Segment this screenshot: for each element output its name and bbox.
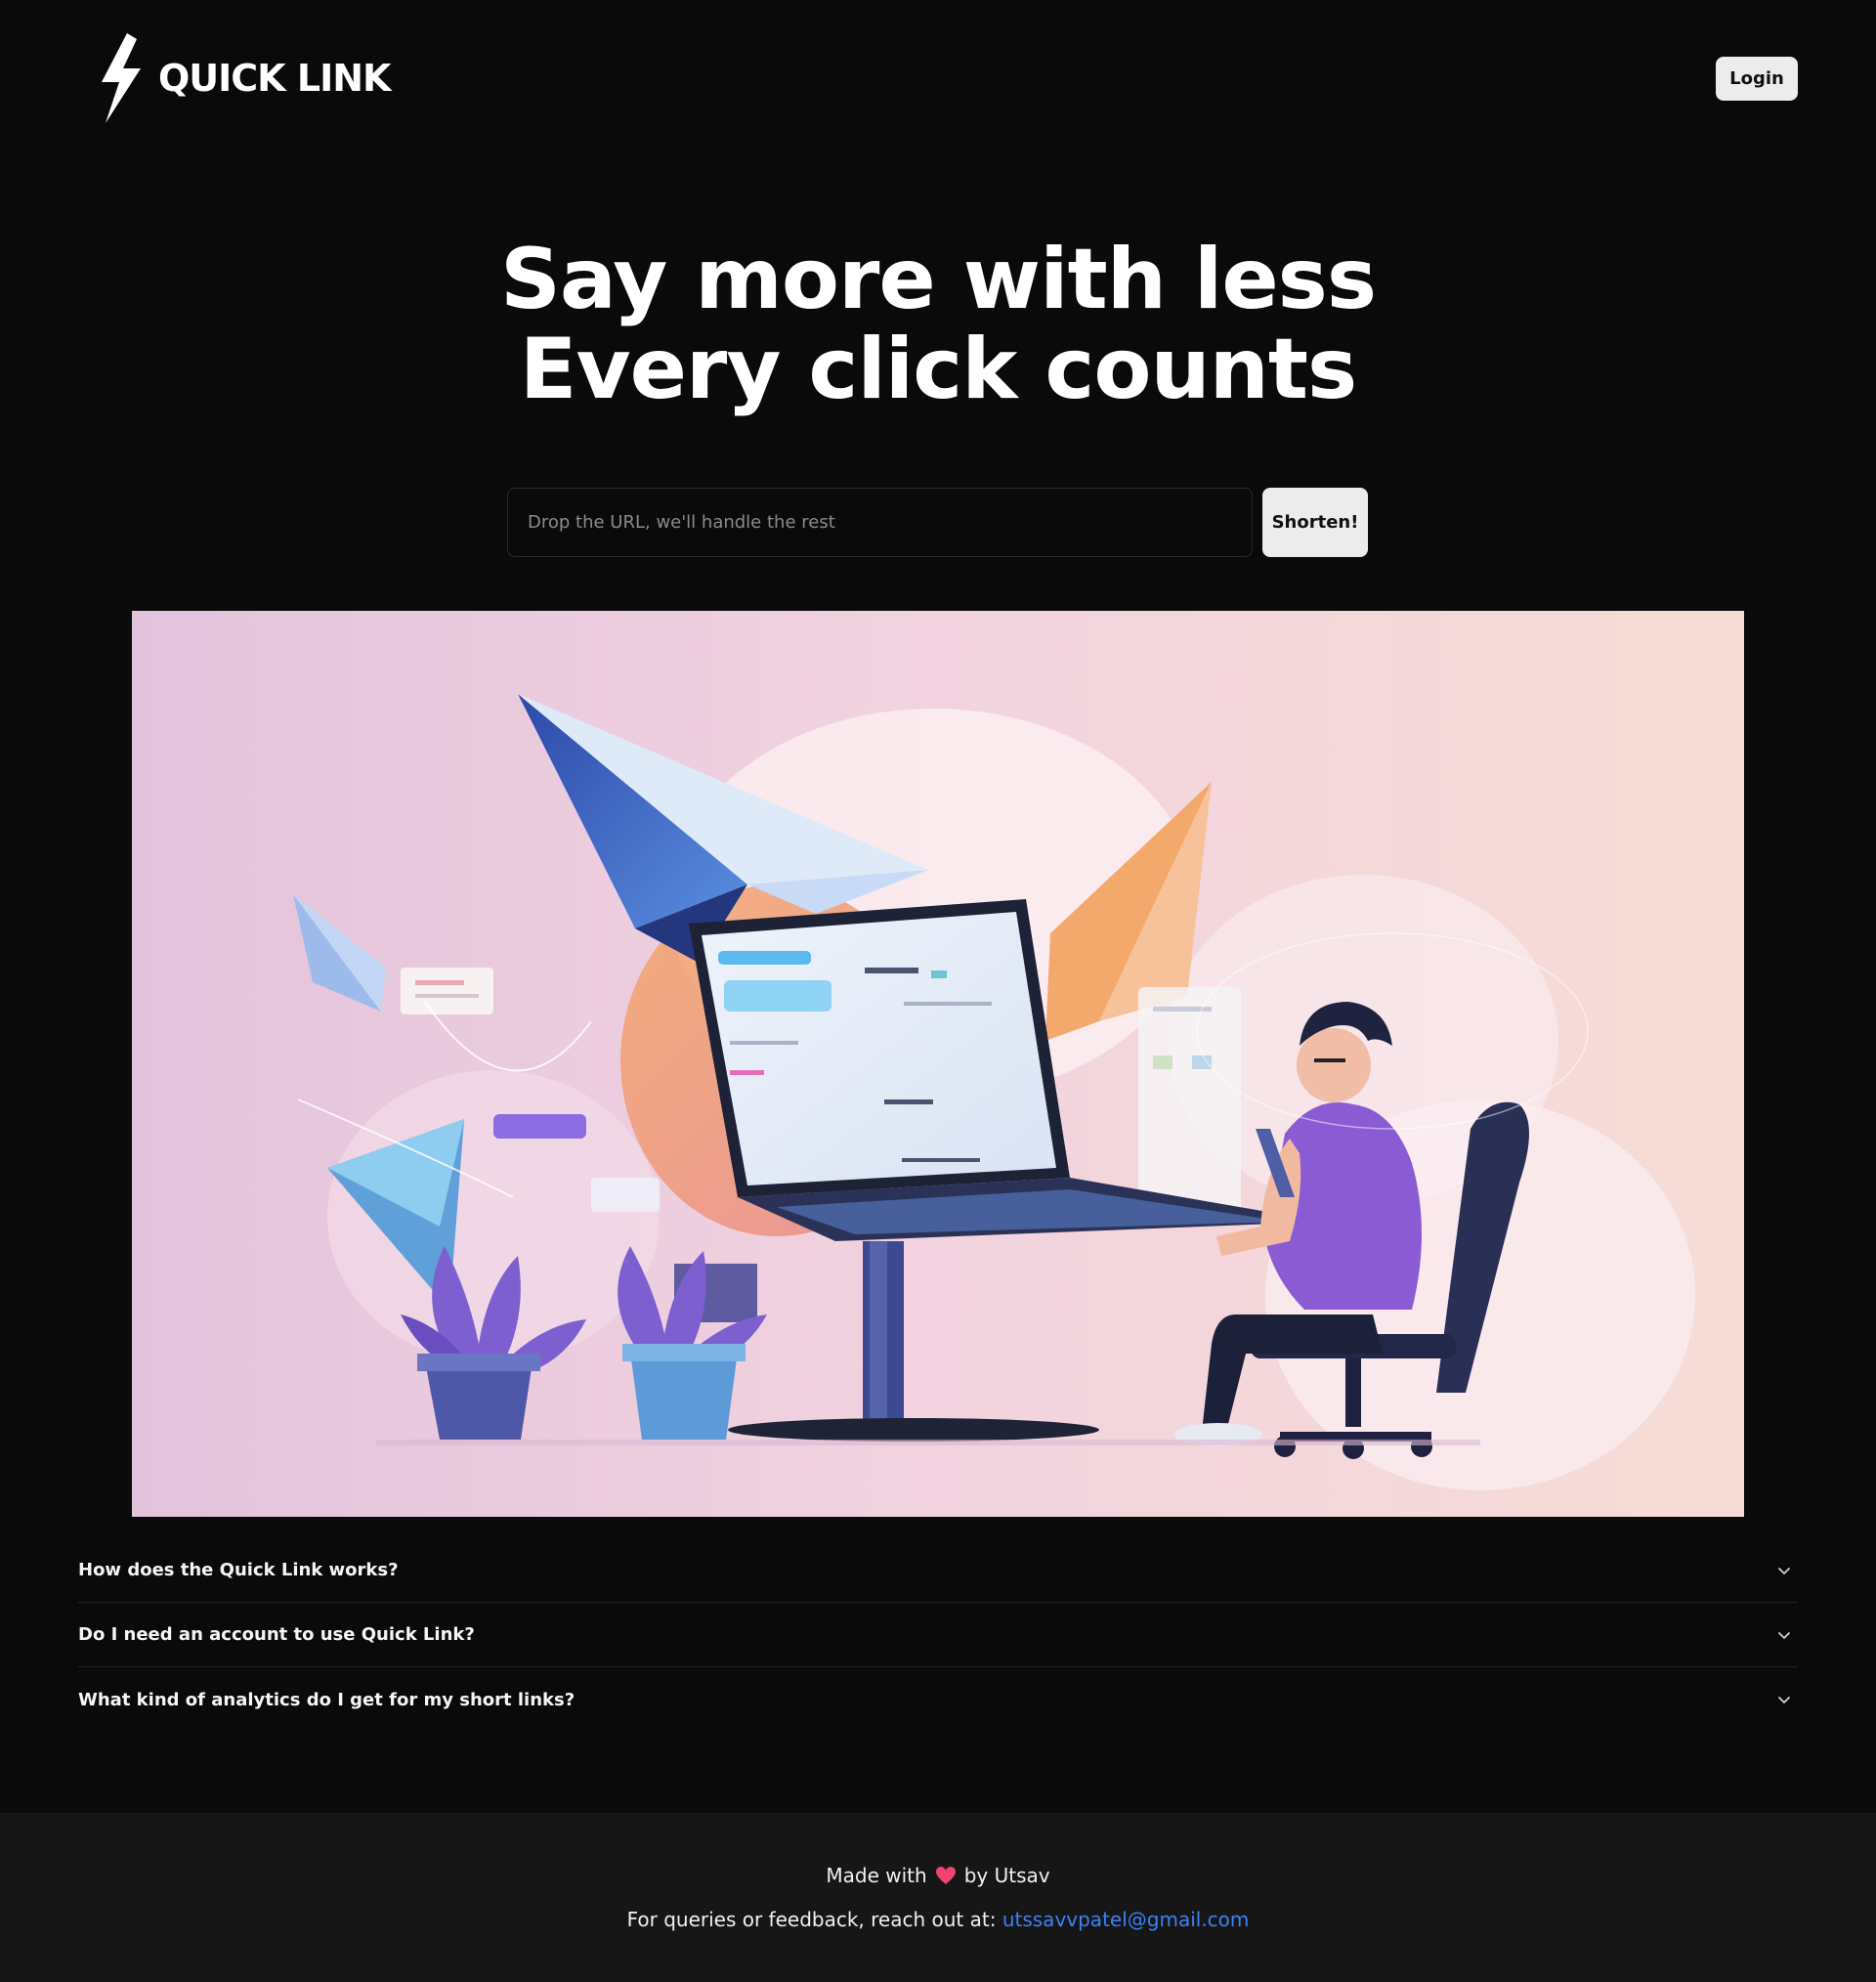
hero-title-line-1: Say more with less <box>499 231 1377 328</box>
lightning-bolt-icon <box>102 33 141 123</box>
footer-feedback: For queries or feedback, reach out at: u… <box>0 1908 1876 1931</box>
shorten-button[interactable]: Shorten! <box>1262 488 1368 557</box>
chevron-down-icon <box>1778 1567 1790 1574</box>
faq-item-analytics[interactable]: What kind of analytics do I get for my s… <box>78 1667 1798 1732</box>
chevron-down-icon <box>1778 1631 1790 1639</box>
site-footer: Made with by Utsav For queries or feedba… <box>0 1813 1876 1982</box>
chevron-down-icon <box>1778 1697 1790 1703</box>
faq-question: How does the Quick Link works? <box>78 1560 399 1580</box>
footer-made-with: Made with <box>826 1864 927 1887</box>
faq-item-account-required[interactable]: Do I need an account to use Quick Link? <box>78 1603 1798 1667</box>
hero-title: Say more with less Every click counts <box>0 235 1876 414</box>
hero-title-line-2: Every click counts <box>519 321 1357 418</box>
faq-question: Do I need an account to use Quick Link? <box>78 1624 475 1645</box>
login-button[interactable]: Login <box>1716 57 1798 101</box>
heart-icon <box>935 1867 956 1884</box>
brand-logo[interactable]: QUICK LINK <box>98 31 391 125</box>
hero-illustration <box>132 611 1744 1517</box>
brand-name: QUICK LINK <box>158 57 391 100</box>
faq-item-how-it-works[interactable]: How does the Quick Link works? <box>78 1538 1798 1603</box>
footer-credit: Made with by Utsav <box>0 1864 1876 1887</box>
url-input[interactable] <box>507 488 1253 557</box>
footer-author: by Utsav <box>963 1864 1050 1887</box>
faq-section: How does the Quick Link works? Do I need… <box>78 1538 1798 1732</box>
footer-email-link[interactable]: utssavvpatel@gmail.com <box>1002 1908 1250 1931</box>
site-header: QUICK LINK Login <box>0 0 1876 161</box>
footer-feedback-text: For queries or feedback, reach out at: <box>626 1908 997 1931</box>
faq-question: What kind of analytics do I get for my s… <box>78 1689 576 1710</box>
shorten-form: Shorten! <box>507 488 1369 557</box>
